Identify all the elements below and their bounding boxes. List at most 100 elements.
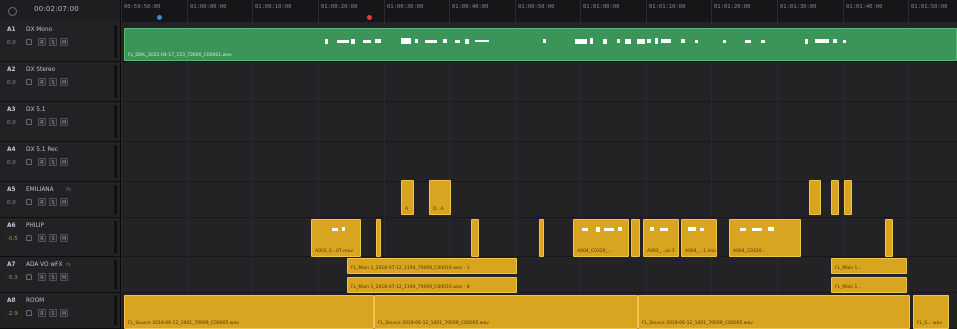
track-name[interactable]: DX Mono: [26, 27, 52, 33]
track-record-button[interactable]: R: [38, 78, 46, 86]
track-record-button[interactable]: R: [38, 198, 46, 206]
track-record-button[interactable]: R: [38, 158, 46, 166]
track-mute-button[interactable]: M: [60, 234, 68, 242]
track-mute-button[interactable]: M: [60, 158, 68, 166]
track-solo-button[interactable]: S: [49, 234, 57, 242]
track-solo-button[interactable]: S: [49, 38, 57, 46]
audio-clip[interactable]: A004_...1.mov: [681, 219, 717, 257]
track-lock-icon[interactable]: [26, 159, 32, 165]
track-record-button[interactable]: R: [38, 273, 46, 281]
track-lock-icon[interactable]: [26, 235, 32, 241]
audio-clip[interactable]: A003_0...07.mov: [311, 219, 361, 257]
track-record-button[interactable]: R: [38, 234, 46, 242]
track-record-button[interactable]: R: [38, 118, 46, 126]
track-lock-icon[interactable]: [26, 199, 32, 205]
track-mute-button[interactable]: M: [60, 38, 68, 46]
track-volume[interactable]: 0.0: [7, 160, 16, 166]
audio-clip[interactable]: [471, 219, 479, 257]
waveform-peak: [575, 38, 587, 44]
audio-clip[interactable]: A004_C0320...: [729, 219, 801, 257]
track-header-a7[interactable]: A7 ADA VO wFX fx -5.3 R S M: [0, 257, 120, 293]
track-solo-button[interactable]: S: [49, 309, 57, 317]
track-volume[interactable]: 0.0: [7, 200, 16, 206]
track-lock-icon[interactable]: [26, 310, 32, 316]
track-lock-icon[interactable]: [26, 119, 32, 125]
track-record-button[interactable]: R: [38, 309, 46, 317]
track-fx-indicator[interactable]: fx: [66, 187, 71, 193]
audio-clip[interactable]: FL_S... wav: [913, 295, 949, 329]
track-header-a4[interactable]: A4 DX 5.1 Rec 0.0 R S M: [0, 142, 120, 182]
track-volume[interactable]: 0.0: [7, 80, 16, 86]
in-point-marker[interactable]: [157, 15, 162, 20]
audio-clip[interactable]: FL_Main 1...: [831, 258, 907, 274]
track-lock-icon[interactable]: [26, 274, 32, 280]
audio-clip[interactable]: [831, 180, 839, 215]
audio-clip[interactable]: A004_C0320_...: [573, 219, 629, 257]
track-name[interactable]: DX 5.1 Rec: [26, 147, 58, 153]
audio-clip[interactable]: FL_Main 1_2018-07-12_1194_70009_C00016.w…: [347, 258, 517, 274]
track-fx-indicator[interactable]: fx: [66, 262, 71, 268]
audio-clip[interactable]: D...A: [429, 180, 451, 215]
audio-clip[interactable]: [376, 219, 381, 257]
track-volume[interactable]: -0.5: [7, 236, 18, 242]
audio-clip[interactable]: A003_...ov 1: [643, 219, 679, 257]
waveform-peak: [647, 39, 651, 43]
dialog-clip[interactable]: FL_DIAL_2021-04-17_153_72600_C00001.wav: [124, 28, 957, 61]
audio-clip[interactable]: [631, 219, 640, 257]
track-name[interactable]: EMILIANA: [26, 187, 54, 193]
timecode-box[interactable]: 00:02:07:00: [0, 0, 121, 22]
time-ruler[interactable]: 00:59:50:00 01:00:00:00 01:00:10:00 01:00:2…: [121, 0, 957, 22]
track-name[interactable]: DX 5.1: [26, 107, 46, 113]
track-solo-button[interactable]: S: [49, 78, 57, 86]
track-name[interactable]: DX Stereo: [26, 67, 55, 73]
audio-clip[interactable]: FL_Main 1_2018-07-12_1194_70009_C00016.w…: [347, 277, 517, 293]
track-header-a1[interactable]: A1 DX Mono 0.0 R S M: [0, 22, 120, 62]
waveform-peak: [661, 39, 671, 43]
waveform-peak: [475, 40, 489, 42]
audio-clip[interactable]: [885, 219, 893, 257]
track-header-a3[interactable]: A3 DX 5.1 0.0 R S M: [0, 102, 120, 142]
track-name[interactable]: ROOM: [26, 298, 44, 304]
track-volume[interactable]: -2.9: [7, 311, 18, 317]
audio-clip[interactable]: FL_Source 2018-06-12_1001_70009_C00005.w…: [638, 295, 910, 329]
waveform-peak: [805, 38, 808, 44]
track-id: A1: [7, 27, 16, 33]
track-solo-button[interactable]: S: [49, 118, 57, 126]
track-header-a2[interactable]: A2 DX Stereo 0.0 R S M: [0, 62, 120, 102]
audio-clip[interactable]: A: [401, 180, 414, 215]
playhead-marker[interactable]: [367, 15, 372, 20]
waveform-peak: [681, 39, 685, 43]
audio-clip[interactable]: FL_Source 2018-06-12_1001_70009_C00005.w…: [124, 295, 374, 329]
track-id: A2: [7, 67, 16, 73]
waveform-peak: [815, 39, 829, 43]
track-lock-icon[interactable]: [26, 39, 32, 45]
track-header-a5[interactable]: A5 EMILIANA fx 0.0 R S M: [0, 182, 120, 218]
track-record-button[interactable]: R: [38, 38, 46, 46]
waveform-peak: [363, 39, 371, 43]
track-name[interactable]: PHILIP: [26, 223, 44, 229]
track-lock-icon[interactable]: [26, 79, 32, 85]
track-header-a8[interactable]: A8 ROOM -2.9 R S M: [0, 293, 120, 329]
track-solo-button[interactable]: S: [49, 158, 57, 166]
audio-clip[interactable]: [539, 219, 544, 257]
track-name[interactable]: ADA VO wFX: [26, 262, 62, 268]
track-solo-button[interactable]: S: [49, 273, 57, 281]
track-mute-button[interactable]: M: [60, 78, 68, 86]
track-mute-button[interactable]: M: [60, 273, 68, 281]
audio-clip[interactable]: FL_Main 1...: [831, 277, 907, 293]
track-mute-button[interactable]: M: [60, 198, 68, 206]
clip-name: A: [405, 207, 409, 212]
track-volume[interactable]: 0.0: [7, 40, 16, 46]
audio-clip[interactable]: FL_Source 2018-06-12_1001_70009_C00005.w…: [374, 295, 638, 329]
timeline-area[interactable]: FL_DIAL_2021-04-17_153_72600_C00001.wav A…: [121, 22, 957, 329]
track-mute-button[interactable]: M: [60, 309, 68, 317]
track-level-meter: [114, 65, 117, 98]
track-volume[interactable]: 0.0: [7, 120, 16, 126]
track-volume[interactable]: -5.3: [7, 275, 18, 281]
waveform-peak: [723, 39, 726, 43]
track-mute-button[interactable]: M: [60, 118, 68, 126]
track-solo-button[interactable]: S: [49, 198, 57, 206]
track-header-a6[interactable]: A6 PHILIP -0.5 R S M: [0, 218, 120, 257]
audio-clip[interactable]: [809, 180, 821, 215]
audio-clip[interactable]: [844, 180, 852, 215]
